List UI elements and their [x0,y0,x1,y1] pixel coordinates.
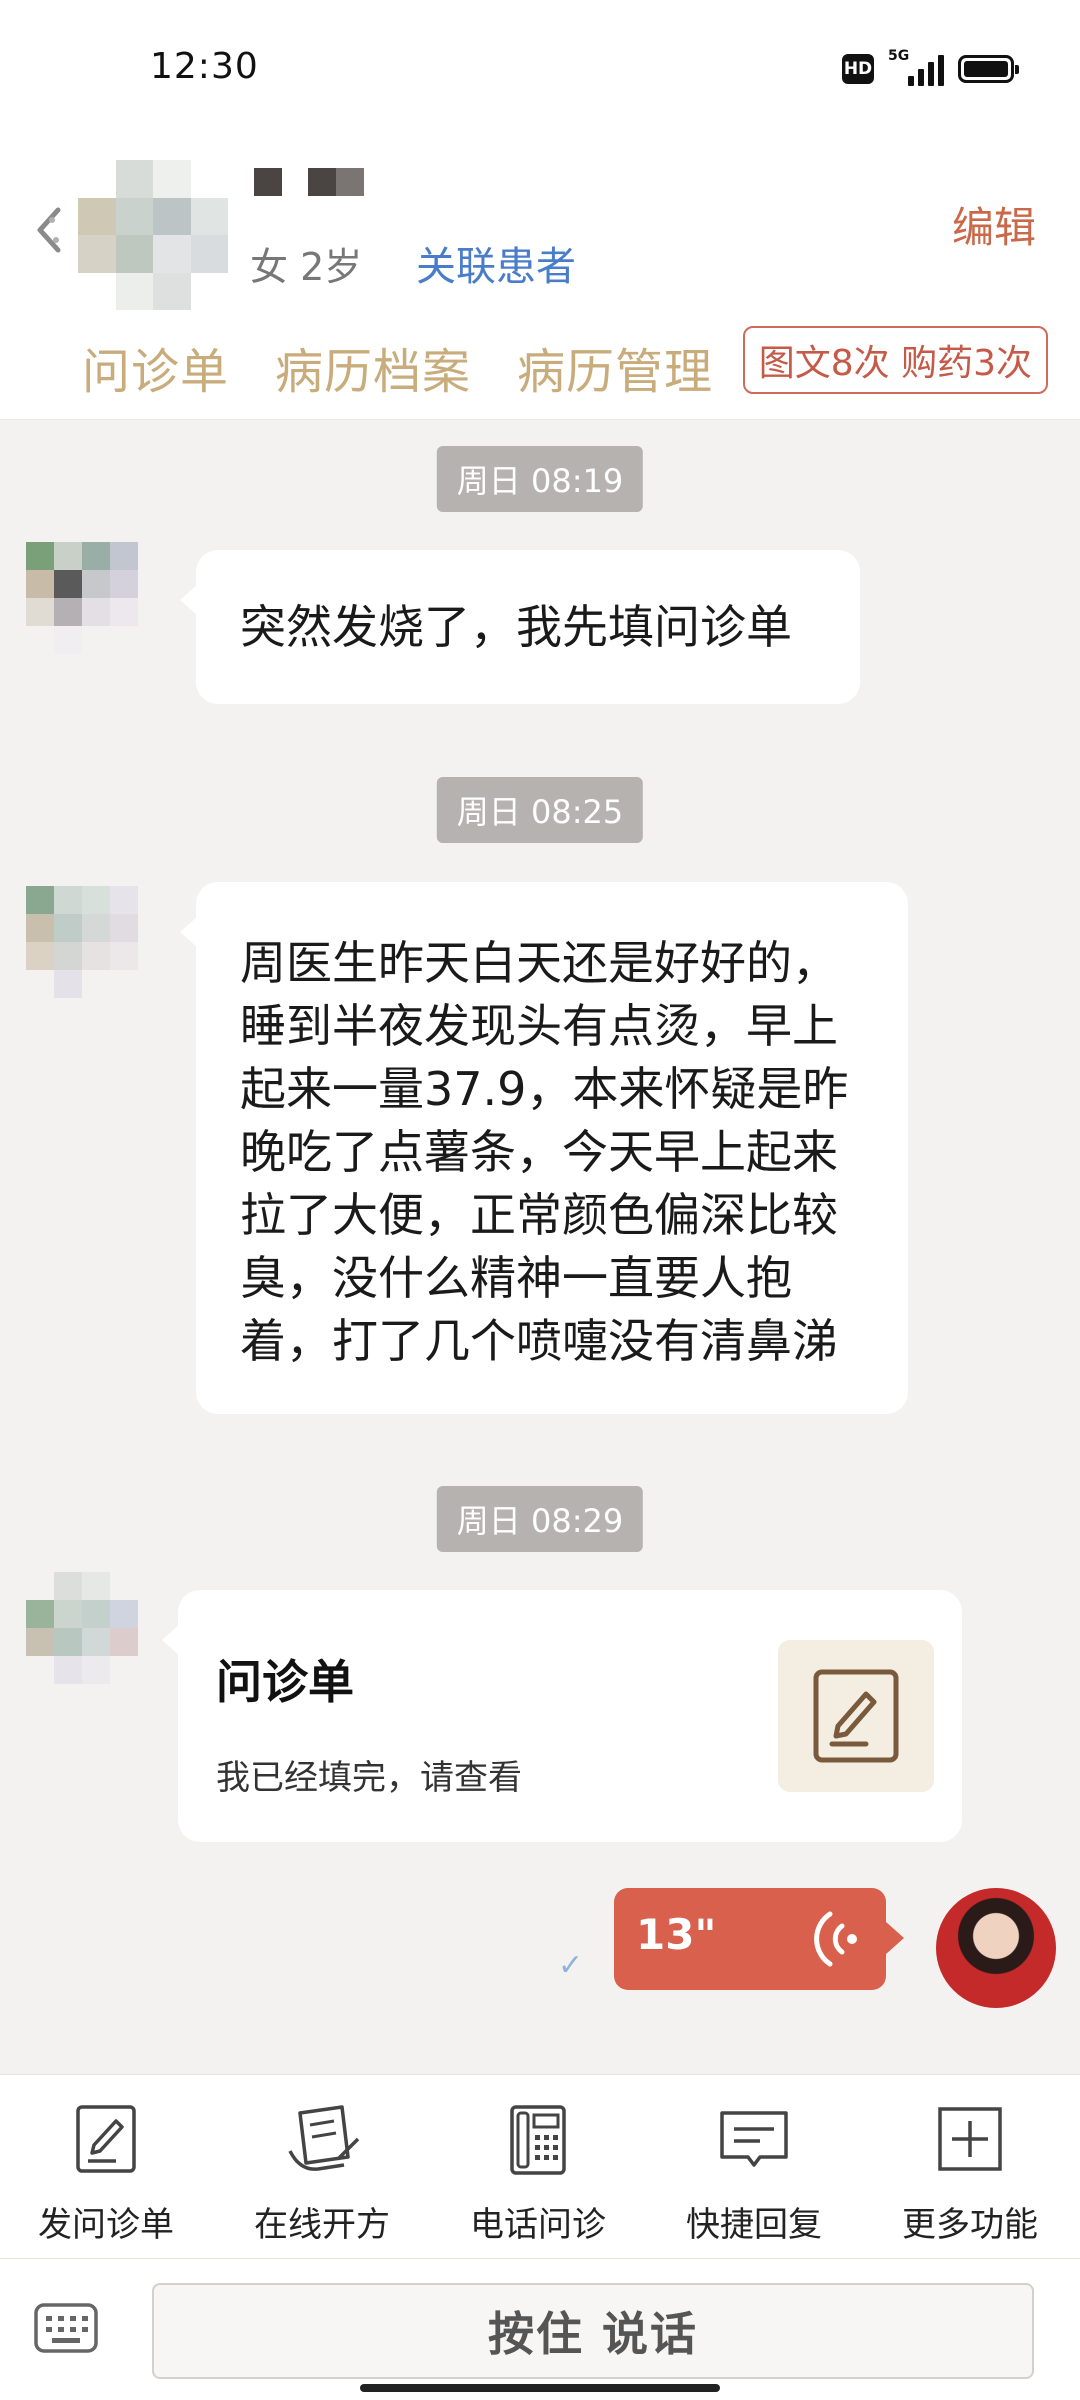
message-text: 突然发烧了，我先填问诊单 [240,600,792,654]
status-time: 12:30 [150,46,259,87]
more-functions-button[interactable]: 更多功能 [880,2099,1060,2246]
card-title: 问诊单 [216,1655,354,1709]
battery-icon [958,55,1019,83]
sender-avatar[interactable] [26,542,138,654]
consult-form-card[interactable]: 问诊单 我已经填完，请查看 [162,1590,962,1842]
chat-header: 女 2岁 关联患者 编辑 问诊单 病历档案 病历管理 图文8次 购药3次 [0,140,1080,420]
message-text: 周医生昨天白天还是好好的， 睡到半夜发现头有点烫，早上 起来一量37.9，本来怀… [240,936,849,1368]
hold-to-talk-button[interactable]: 按住 说话 [152,2283,1034,2379]
keyboard-icon[interactable] [34,2303,98,2353]
input-bar: 按住 说话 [0,2258,1080,2400]
service-stats-badge[interactable]: 图文8次 购药3次 [742,326,1048,394]
voice-message-bubble[interactable]: 13" [614,1888,904,1990]
patient-avatar[interactable] [78,160,228,310]
online-prescription-button[interactable]: 在线开方 [232,2099,412,2246]
edit-button[interactable]: 编辑 [952,194,1036,255]
message-timestamp: 周日 08:19 [436,446,644,512]
signal-icon: 5G [888,48,944,86]
header-tabs: 问诊单 病历档案 病历管理 [82,332,713,402]
home-indicator[interactable] [360,2384,720,2392]
message-bubble[interactable]: 周医生昨天白天还是好好的， 睡到半夜发现头有点烫，早上 起来一量37.9，本来怀… [180,882,908,1414]
quick-reply-button[interactable]: 快捷回复 [664,2099,844,2246]
send-form-button[interactable]: 发问诊单 [16,2099,196,2246]
hd-icon: HD [842,54,874,84]
tab-medical-archive[interactable]: 病历档案 [275,332,471,402]
sender-avatar[interactable] [26,886,138,998]
message-timestamp: 周日 08:25 [436,777,644,843]
phone-icon [510,2105,566,2175]
voice-wave-icon [814,1911,857,1967]
tab-consult-form[interactable]: 问诊单 [82,332,229,402]
network-type: 5G [888,48,910,64]
form-pen-icon [76,2105,136,2173]
patient-meta: 女 2岁 [250,245,363,289]
phone-consult-button[interactable]: 电话问诊 [448,2099,628,2246]
form-document-icon [778,1640,934,1792]
link-patient-button[interactable]: 关联患者 [416,234,576,292]
patient-name-redacted [254,168,364,196]
message-bubble[interactable]: 突然发烧了，我先填问诊单 [180,550,860,704]
message-timestamp: 周日 08:29 [436,1486,644,1552]
tab-record-management[interactable]: 病历管理 [517,332,713,402]
voice-duration: 13" [636,1910,717,1959]
back-icon[interactable] [30,200,70,260]
read-check-icon: ✓ [558,1948,584,1983]
doctor-avatar[interactable] [936,1888,1056,2008]
function-toolbar: 发问诊单 在线开方 电话问诊 快捷回复 更多功能 [0,2074,1080,2258]
card-description: 我已经填完，请查看 [216,1758,522,1798]
quick-reply-icon [720,2111,788,2167]
prescription-icon [288,2105,360,2171]
sender-avatar[interactable] [26,1572,138,1684]
plus-icon [938,2107,1002,2171]
status-icons: HD 5G [842,48,1019,86]
status-bar: 12:30 HD 5G [0,0,1080,140]
